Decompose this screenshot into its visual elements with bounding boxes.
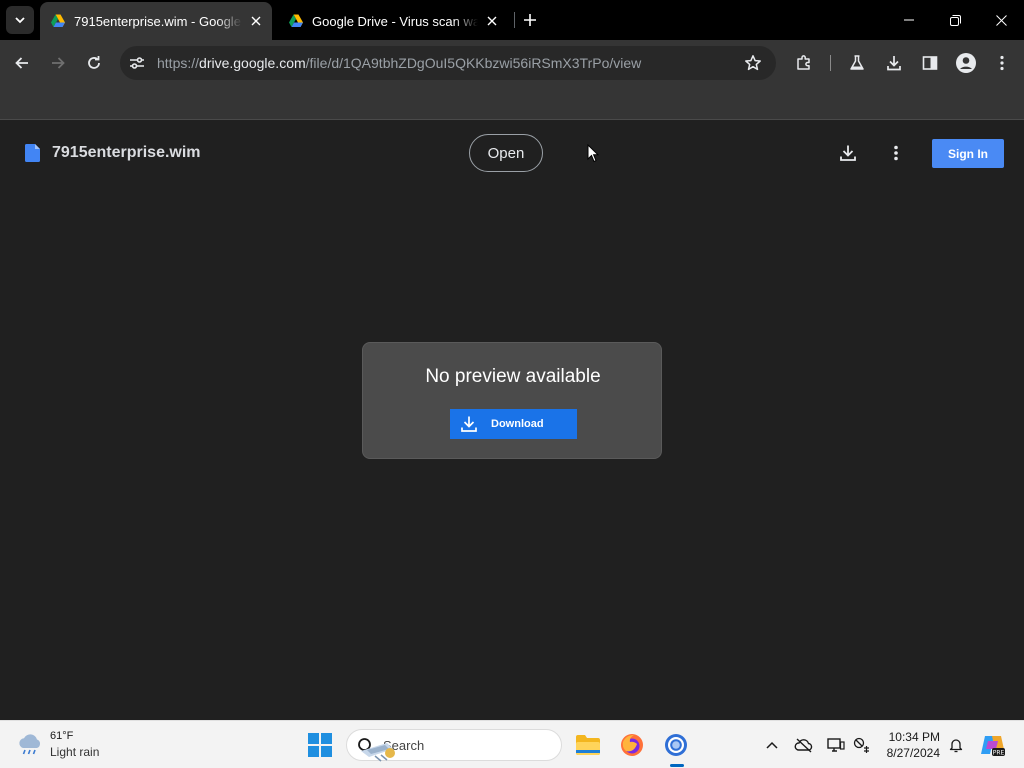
profile-icon xyxy=(956,53,976,73)
bell-icon xyxy=(948,737,964,753)
chrome-icon xyxy=(664,733,688,757)
address-bar[interactable]: https://drive.google.com/file/d/1QA9tbhZ… xyxy=(120,46,776,80)
open-button[interactable]: Open xyxy=(469,134,543,172)
profile-button[interactable] xyxy=(952,49,980,77)
star-icon[interactable] xyxy=(744,54,762,72)
side-panel-icon xyxy=(922,55,938,71)
tab-inactive[interactable]: Google Drive - Virus scan warning xyxy=(278,2,508,40)
reload-button[interactable] xyxy=(80,49,108,77)
drive-favicon xyxy=(288,13,304,29)
side-panel-button[interactable] xyxy=(916,49,944,77)
file-explorer-icon xyxy=(575,734,601,756)
close-icon[interactable] xyxy=(248,13,264,29)
onedrive-button[interactable] xyxy=(794,735,814,755)
windows-taskbar: 61°F Light rain Search 10:34 PM 8/27/202… xyxy=(0,720,1024,768)
show-hidden-icons-button[interactable] xyxy=(762,735,782,755)
forward-button[interactable] xyxy=(44,49,72,77)
network-icon xyxy=(853,737,871,753)
maximize-icon xyxy=(949,14,961,26)
file-name: 7915enterprise.wim xyxy=(52,144,201,161)
weather-description[interactable]: Light rain xyxy=(50,745,99,759)
url-text[interactable]: https://drive.google.com/file/d/1QA9tbhZ… xyxy=(157,55,641,71)
active-app-indicator xyxy=(670,764,684,767)
firefox-button[interactable] xyxy=(616,729,648,761)
tab-separator xyxy=(514,12,515,28)
download-icon xyxy=(460,415,478,433)
tab-active[interactable]: 7915enterprise.wim - Google Drive xyxy=(40,2,272,40)
window-close-button[interactable] xyxy=(978,0,1024,40)
file-icon xyxy=(25,144,40,162)
bookmarks-bar xyxy=(0,86,1024,120)
chrome-menu-button[interactable] xyxy=(988,49,1016,77)
clock-date[interactable]: 8/27/2024 xyxy=(884,746,940,760)
toolbar-divider xyxy=(830,55,831,71)
reload-icon xyxy=(86,55,102,71)
download-icon xyxy=(839,144,857,162)
site-info-icon[interactable] xyxy=(128,54,146,72)
drive-favicon xyxy=(50,13,66,29)
cursor-icon xyxy=(587,144,599,163)
onedrive-icon xyxy=(794,737,814,753)
file-explorer-button[interactable] xyxy=(572,729,604,761)
forward-arrow-icon xyxy=(50,55,66,71)
download-file-button[interactable]: Download xyxy=(450,409,577,439)
browser-toolbar: https://drive.google.com/file/d/1QA9tbhZ… xyxy=(0,40,1024,86)
display-icon xyxy=(827,737,845,753)
svg-text:PRE: PRE xyxy=(993,750,1005,757)
no-preview-card: No preview available Download xyxy=(362,342,662,459)
minimize-icon xyxy=(904,15,914,25)
tab-strip: 7915enterprise.wim - Google Drive Google… xyxy=(0,0,1024,40)
more-actions-button[interactable] xyxy=(882,139,910,167)
extensions-icon xyxy=(795,54,813,72)
search-highlight-icon xyxy=(357,737,399,763)
labs-icon xyxy=(848,54,866,72)
plus-icon xyxy=(523,13,537,27)
drive-viewer: 7915enterprise.wim Open Sign In No previ… xyxy=(0,121,1024,720)
close-icon[interactable] xyxy=(484,13,500,29)
minimize-button[interactable] xyxy=(886,0,932,40)
restore-button[interactable] xyxy=(932,0,978,40)
kebab-menu-icon xyxy=(894,145,898,161)
weather-temperature[interactable]: 61°F xyxy=(50,730,73,742)
chrome-button[interactable] xyxy=(660,729,692,761)
url-host: drive.google.com xyxy=(199,55,306,71)
tab-title: Google Drive - Virus scan warning xyxy=(312,13,478,29)
close-icon xyxy=(995,14,1007,26)
copilot-icon[interactable]: PRE xyxy=(980,733,1006,757)
url-path: /file/d/1QA9tbhZDgOuI5QKKbzwi56iRSmX3TrP… xyxy=(305,55,642,71)
notifications-button[interactable] xyxy=(946,735,966,755)
chevron-down-icon xyxy=(14,14,26,26)
taskbar-search[interactable]: Search xyxy=(346,729,562,763)
windows-start-icon[interactable] xyxy=(308,733,332,757)
tab-search-button[interactable] xyxy=(6,6,34,34)
weather-icon[interactable] xyxy=(16,731,44,757)
tab-title: 7915enterprise.wim - Google Drive xyxy=(74,13,242,29)
display-button[interactable] xyxy=(826,735,846,755)
firefox-icon xyxy=(620,733,644,757)
network-button[interactable] xyxy=(852,735,872,755)
no-preview-message: No preview available xyxy=(425,366,601,387)
labs-button[interactable] xyxy=(843,49,871,77)
new-tab-button[interactable] xyxy=(520,10,540,30)
kebab-menu-icon xyxy=(1000,55,1004,71)
download-icon xyxy=(885,54,903,72)
download-button[interactable] xyxy=(834,139,862,167)
url-scheme: https:// xyxy=(157,55,200,71)
download-label: Download xyxy=(491,418,544,430)
chevron-up-icon xyxy=(766,741,778,749)
back-button[interactable] xyxy=(8,49,36,77)
sign-in-button[interactable]: Sign In xyxy=(932,139,1004,168)
clock-time[interactable]: 10:34 PM xyxy=(884,730,940,744)
downloads-button[interactable] xyxy=(880,49,908,77)
back-arrow-icon xyxy=(14,55,30,71)
extensions-button[interactable] xyxy=(790,49,818,77)
